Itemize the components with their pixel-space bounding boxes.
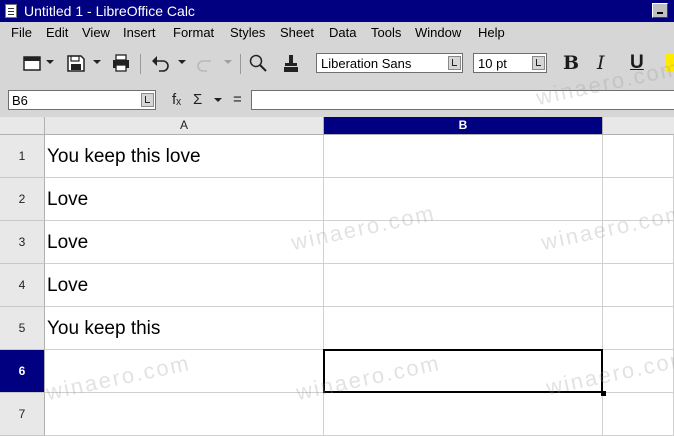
calc-document-icon[interactable] [5,4,17,18]
sum-dropdown-arrow[interactable] [214,98,222,102]
italic-button[interactable]: I [597,52,605,74]
save-dropdown-arrow[interactable] [93,60,101,64]
highlight-icon[interactable] [665,54,674,72]
font-name-box[interactable]: Liberation Sans [316,53,463,73]
menu-help[interactable]: Help [478,22,505,44]
redo-dropdown-arrow [224,60,232,64]
row-header-4[interactable]: 4 [0,264,45,307]
sum-icon[interactable]: Σ [193,90,202,110]
cell-c1[interactable] [603,135,674,178]
row-header-2[interactable]: 2 [0,178,45,221]
cell-b5[interactable] [324,307,603,350]
find-icon[interactable] [248,52,268,74]
row-header-7[interactable]: 7 [0,393,45,436]
cell-a2[interactable]: Love [45,178,324,221]
minimize-button[interactable] [652,3,668,18]
undo-dropdown-arrow[interactable] [178,60,186,64]
row-header-3[interactable]: 3 [0,221,45,264]
cell-b7[interactable] [324,393,603,436]
cell-a4[interactable]: Love [45,264,324,307]
title-bar: Untitled 1 - LibreOffice Calc [0,0,674,22]
cell-a6[interactable] [45,350,324,393]
row-header-1[interactable]: 1 [0,135,45,178]
formatting-toolbar: Liberation Sans 10 pt B I U [0,44,674,84]
menu-insert[interactable]: Insert [123,22,156,44]
cell-c5[interactable] [603,307,674,350]
menu-window[interactable]: Window [415,22,461,44]
name-box[interactable]: B6 [8,90,156,110]
bold-button[interactable]: B [563,52,579,74]
row-header-5[interactable]: 5 [0,307,45,350]
cell-c2[interactable] [603,178,674,221]
name-box-dropdown-button[interactable] [141,93,154,107]
formula-equals-icon[interactable]: = [233,90,242,110]
formula-bar: B6 fₓ Σ = [0,84,674,117]
toolbar-separator [240,54,241,74]
spreadsheet-grid: A B 1 You keep this love 2 Love 3 Love 4… [0,117,674,436]
column-header-a[interactable]: A [45,117,324,135]
font-size-value: 10 pt [478,56,507,71]
column-header-b[interactable]: B [324,117,603,135]
cell-a1[interactable]: You keep this love [45,135,324,178]
open-dropdown-arrow[interactable] [46,60,54,64]
formula-input[interactable] [251,90,674,110]
underline-button[interactable]: U [630,52,644,74]
row-header-6[interactable]: 6 [0,350,45,393]
cell-b1[interactable] [324,135,603,178]
menu-file[interactable]: File [11,22,32,44]
save-icon[interactable] [66,52,86,74]
font-name-dropdown-button[interactable] [448,56,461,70]
cell-a7[interactable] [45,393,324,436]
open-folder-icon[interactable] [22,52,42,74]
menu-bar: File Edit View Insert Format Styles Shee… [0,22,674,44]
menu-edit[interactable]: Edit [46,22,68,44]
redo-icon [197,60,211,72]
column-header-c[interactable] [603,117,674,135]
menu-format[interactable]: Format [173,22,214,44]
clone-formatting-icon[interactable] [281,52,301,74]
menu-view[interactable]: View [82,22,110,44]
cell-c4[interactable] [603,264,674,307]
print-icon[interactable] [111,52,131,74]
menu-styles[interactable]: Styles [230,22,265,44]
font-size-box[interactable]: 10 pt [473,53,547,73]
font-name-value: Liberation Sans [321,56,412,71]
cell-b4[interactable] [324,264,603,307]
font-size-dropdown-button[interactable] [532,56,545,70]
menu-data[interactable]: Data [329,22,356,44]
cell-c3[interactable] [603,221,674,264]
cell-b3[interactable] [324,221,603,264]
window-title: Untitled 1 - LibreOffice Calc [24,3,195,19]
function-wizard-icon[interactable]: fₓ [172,90,181,110]
menu-tools[interactable]: Tools [371,22,401,44]
undo-icon[interactable] [150,52,170,74]
cell-b2[interactable] [324,178,603,221]
cell-c7[interactable] [603,393,674,436]
active-cell-cursor[interactable] [323,349,606,396]
cell-a5[interactable]: You keep this [45,307,324,350]
cell-c6[interactable] [603,350,674,393]
toolbar-separator [140,54,141,74]
select-all-corner[interactable] [0,117,45,135]
cell-a3[interactable]: Love [45,221,324,264]
menu-sheet[interactable]: Sheet [280,22,314,44]
name-box-value: B6 [12,93,28,108]
